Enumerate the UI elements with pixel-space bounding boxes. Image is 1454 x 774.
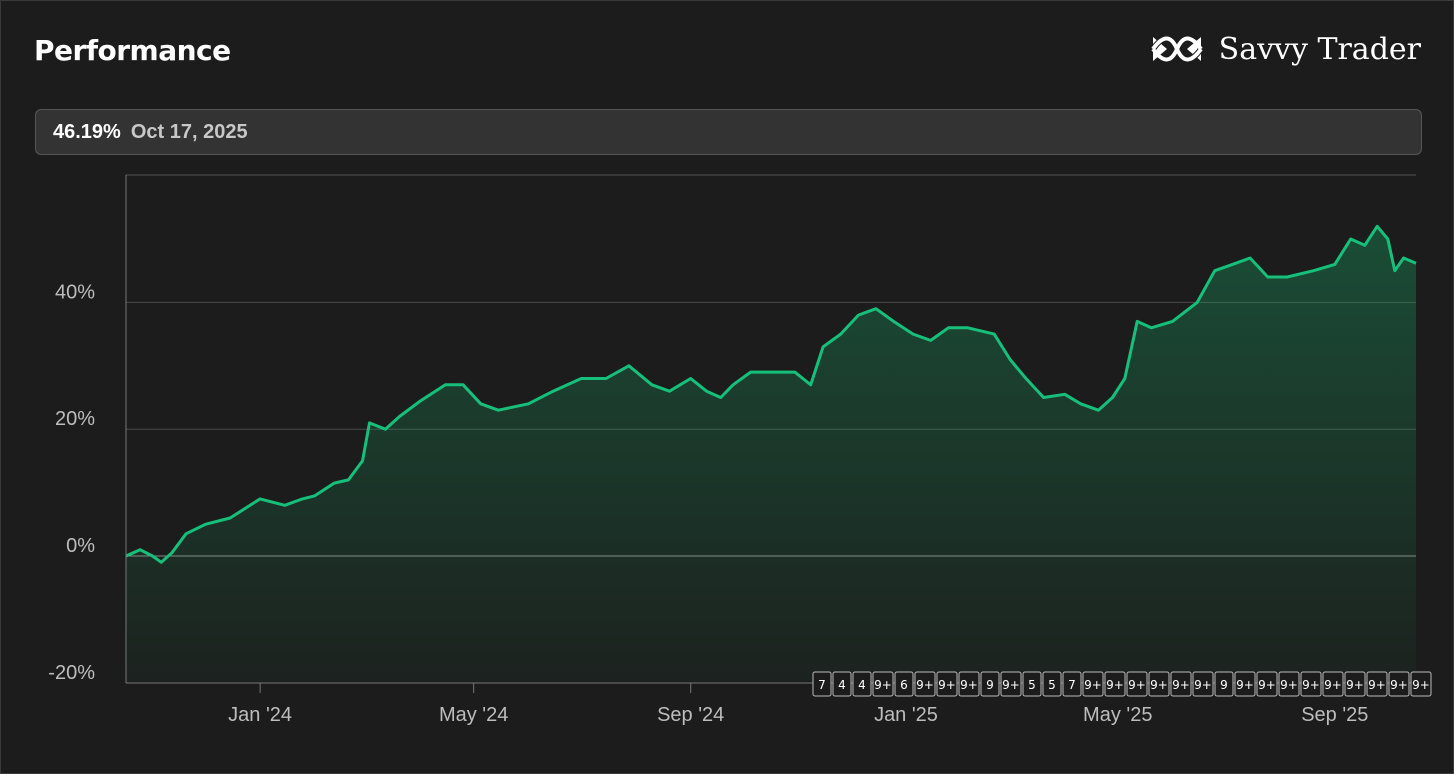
event-marker[interactable]: 7	[1062, 671, 1082, 697]
x-tick-label: May '24	[439, 704, 508, 726]
event-marker-label: 9+	[1258, 678, 1276, 692]
event-markers: 7 4 4 9+ 6 9+ 9+ 9+ 9 9+ 5 5 7 9+ 9+ 9+ 9+ 9+ 9+ 9 9+ 9+ 9+ 9+ 9…	[812, 671, 1432, 697]
performance-chart[interactable]: 40% 20% 0% -20% Jan '24 May '24 Sep '24 Jan '25…	[0, 0, 1454, 774]
event-marker[interactable]: 9+	[1192, 671, 1214, 697]
event-marker-label: 9+	[938, 678, 956, 692]
event-marker[interactable]: 9+	[1148, 671, 1170, 697]
event-marker[interactable]: 9	[1214, 671, 1234, 697]
event-marker[interactable]: 9+	[1410, 671, 1432, 697]
event-marker[interactable]: 9+	[1234, 671, 1256, 697]
event-marker-label: 9+	[1324, 678, 1342, 692]
event-marker[interactable]: 9+	[1278, 671, 1300, 697]
event-marker[interactable]: 9+	[1082, 671, 1104, 697]
x-tick-label: Sep '24	[657, 704, 724, 726]
event-marker[interactable]: 9+	[1322, 671, 1344, 697]
event-marker[interactable]: 9+	[1000, 671, 1022, 697]
event-marker-label: 5	[1028, 678, 1036, 692]
event-marker-label: 4	[838, 678, 846, 692]
event-marker-label: 9+	[1236, 678, 1254, 692]
y-tick-label: 40%	[55, 281, 95, 303]
event-marker-label: 6	[900, 678, 908, 692]
x-tick-label: May '25	[1083, 704, 1152, 726]
event-marker-label: 9+	[1412, 678, 1430, 692]
event-marker[interactable]: 9+	[936, 671, 958, 697]
event-marker-label: 9+	[1150, 678, 1168, 692]
event-marker-label: 9+	[1106, 678, 1124, 692]
event-marker-label: 9	[986, 678, 994, 692]
event-marker[interactable]: 4	[832, 671, 852, 697]
event-marker-label: 9+	[1390, 678, 1408, 692]
event-marker-label: 9	[1220, 678, 1228, 692]
event-marker-label: 5	[1048, 678, 1056, 692]
event-marker-label: 9+	[1084, 678, 1102, 692]
y-tick-label: -20%	[48, 662, 95, 684]
event-marker[interactable]: 9+	[1104, 671, 1126, 697]
event-marker[interactable]: 9+	[872, 671, 894, 697]
event-marker-label: 9+	[1280, 678, 1298, 692]
x-tick-label: Sep '25	[1301, 704, 1368, 726]
event-marker[interactable]: 5	[1022, 671, 1042, 697]
event-marker[interactable]: 5	[1042, 671, 1062, 697]
event-marker[interactable]: 9+	[1366, 671, 1388, 697]
event-marker-label: 9+	[874, 678, 892, 692]
event-marker[interactable]: 4	[852, 671, 872, 697]
event-marker-label: 7	[1068, 678, 1076, 692]
event-marker[interactable]: 9+	[1344, 671, 1366, 697]
x-tick-label: Jan '25	[874, 704, 938, 726]
event-marker[interactable]: 9+	[914, 671, 936, 697]
area-layer	[125, 224, 1417, 684]
series-area	[126, 226, 1416, 684]
event-marker-label: 9+	[1194, 678, 1212, 692]
event-marker[interactable]: 9+	[1300, 671, 1322, 697]
event-marker-label: 9+	[1346, 678, 1364, 692]
event-marker[interactable]: 9+	[1126, 671, 1148, 697]
event-marker-label: 9+	[1002, 678, 1020, 692]
event-marker-label: 9+	[1128, 678, 1146, 692]
event-marker[interactable]: 7	[812, 671, 832, 697]
event-marker-label: 9+	[1368, 678, 1386, 692]
event-marker[interactable]: 9+	[1170, 671, 1192, 697]
event-marker-label: 9+	[1172, 678, 1190, 692]
event-marker[interactable]: 9+	[1256, 671, 1278, 697]
event-marker[interactable]: 6	[894, 671, 914, 697]
event-marker-label: 9+	[1302, 678, 1320, 692]
event-marker-label: 4	[858, 678, 866, 692]
y-tick-label: 0%	[66, 535, 95, 557]
event-marker-label: 9+	[916, 678, 934, 692]
y-tick-label: 20%	[55, 408, 95, 430]
event-marker-label: 9+	[960, 678, 978, 692]
event-marker[interactable]: 9+	[958, 671, 980, 697]
event-marker[interactable]: 9	[980, 671, 1000, 697]
x-tick-label: Jan '24	[228, 704, 292, 726]
event-marker[interactable]: 9+	[1388, 671, 1410, 697]
event-marker-label: 7	[818, 678, 826, 692]
